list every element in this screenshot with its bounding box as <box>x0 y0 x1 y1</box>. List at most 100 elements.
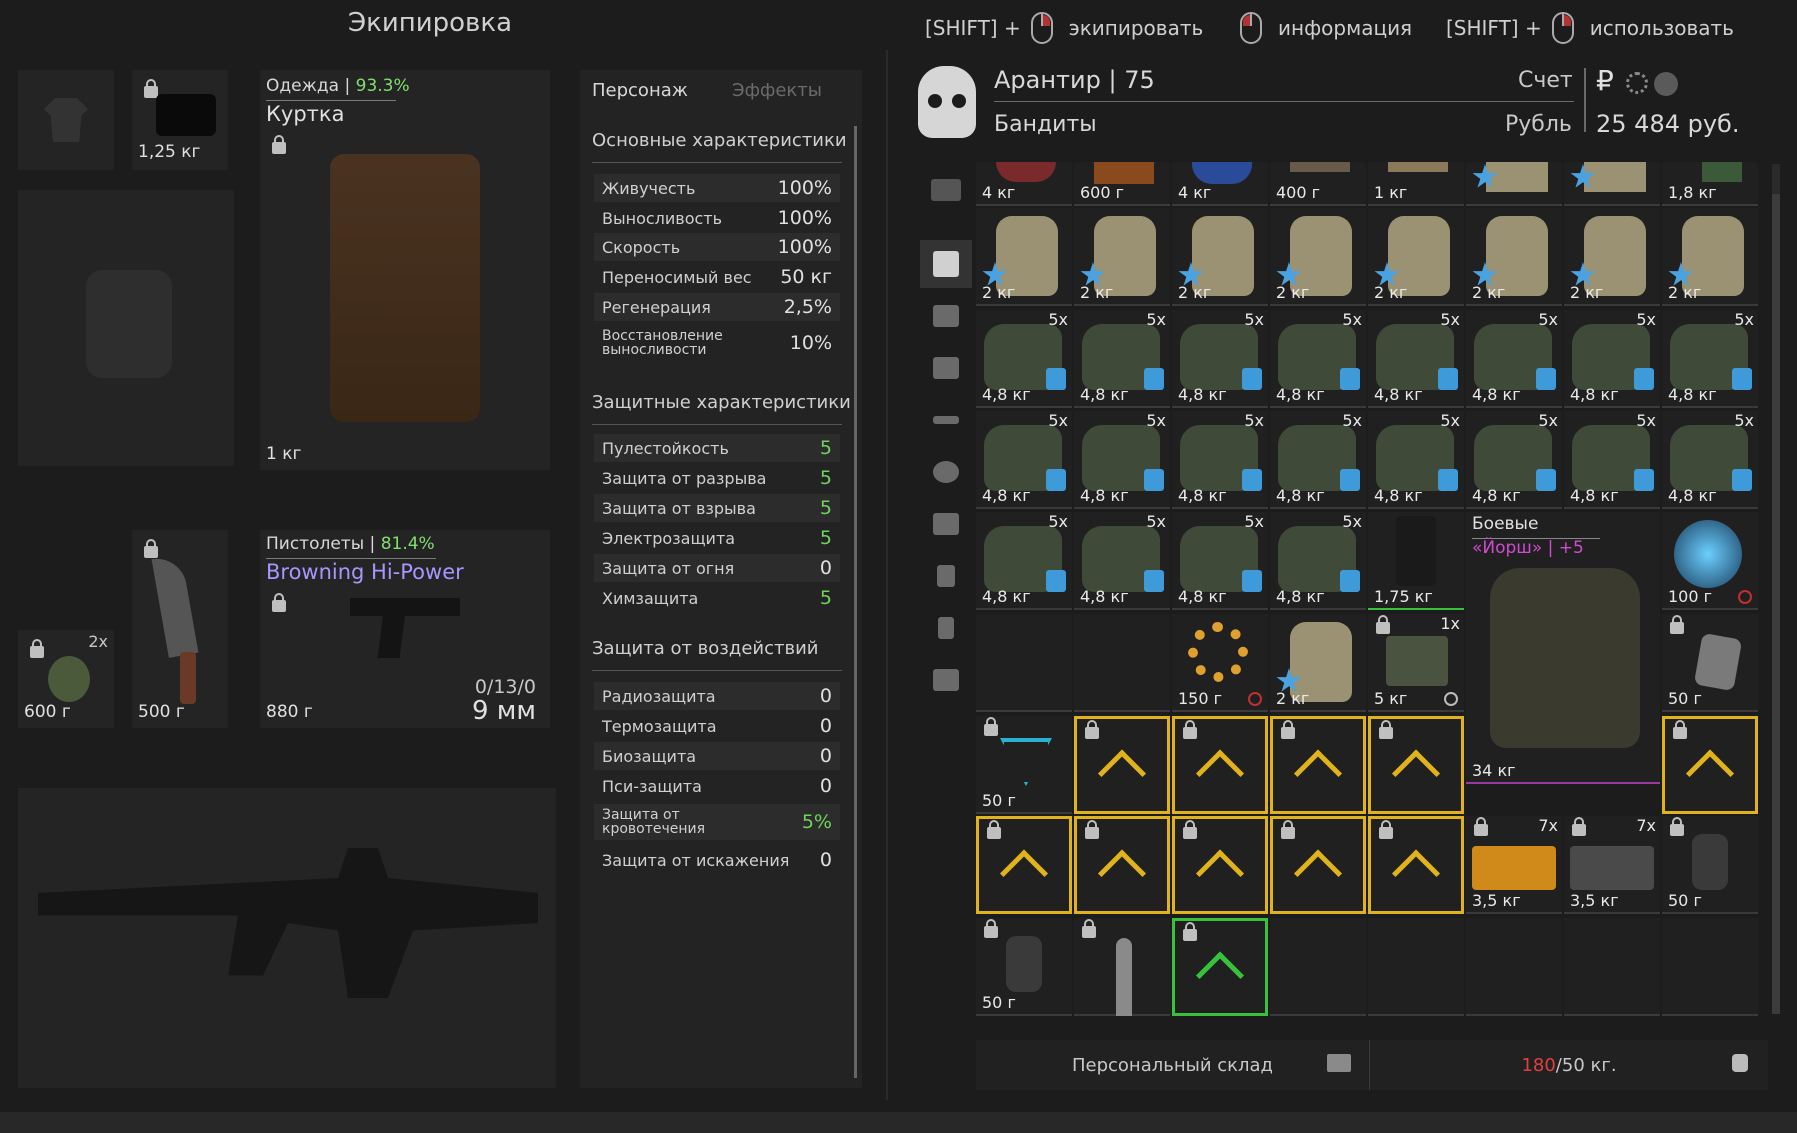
bag-item[interactable]: 5x 4,8 кг <box>1368 310 1464 408</box>
lock-icon <box>1379 720 1393 739</box>
empty-cell[interactable] <box>976 614 1072 712</box>
food-filter-icon[interactable] <box>920 604 972 652</box>
empty-cell[interactable] <box>1662 918 1758 1016</box>
locked-slot[interactable] <box>1172 716 1268 814</box>
bag-item[interactable]: 5x 4,8 кг <box>1466 411 1562 509</box>
plate-item[interactable]: 2 кг <box>1270 614 1366 712</box>
ammo-box-item[interactable]: 1x 5 кг <box>1368 614 1464 712</box>
backpack-filter-icon[interactable] <box>920 344 972 392</box>
coin-icon[interactable] <box>1654 72 1678 96</box>
clothing-slot[interactable]: Одежда | 93.3% Куртка 1 кг <box>260 70 550 470</box>
grid-view-icon[interactable] <box>920 240 972 288</box>
weapon-filter-icon[interactable] <box>920 396 972 444</box>
ring-item[interactable]: 150 г <box>1172 614 1268 712</box>
medkit-filter-icon[interactable] <box>920 500 972 548</box>
locked-slot[interactable] <box>1270 716 1366 814</box>
item-cell[interactable]: 400 г <box>1270 162 1366 206</box>
locked-slot[interactable] <box>976 816 1072 914</box>
locked-slot[interactable] <box>1074 716 1170 814</box>
item-cell[interactable] <box>1466 162 1562 206</box>
bag-item[interactable]: 5x 4,8 кг <box>1368 411 1464 509</box>
armor-suit-item[interactable]: Боевые «Йорш» | +5 34 кг <box>1466 512 1660 784</box>
rifle-slot[interactable] <box>18 788 556 1088</box>
bag-item[interactable]: 5x 4,8 кг <box>1172 411 1268 509</box>
scrollbar-thumb[interactable] <box>1772 194 1780 1014</box>
bag-item[interactable]: 5x 4,8 кг <box>1466 310 1562 408</box>
emblem-item[interactable]: 50 г <box>976 716 1072 814</box>
empty-cell[interactable] <box>1368 918 1464 1016</box>
gear-currency-icon[interactable] <box>1626 72 1648 94</box>
unlockable-slot[interactable] <box>1172 918 1268 1016</box>
locked-slot[interactable] <box>1368 816 1464 914</box>
misc-filter-icon[interactable] <box>920 656 972 704</box>
plate-item[interactable]: 2 кг <box>1564 208 1660 306</box>
bag-item[interactable]: 5x 4,8 кг <box>1074 310 1170 408</box>
personal-storage-button[interactable]: Персональный склад <box>976 1040 1370 1090</box>
tab-character[interactable]: Персонаж <box>592 80 688 101</box>
bag-item[interactable]: 5x 4,8 кг <box>1270 512 1366 610</box>
stat-label: Защита от огня <box>602 558 735 578</box>
pistol-slot[interactable]: Пистолеты | 81.4% Browning Hi-Power 0/13… <box>260 530 550 728</box>
tools-filter-icon[interactable] <box>920 552 972 600</box>
empty-cell[interactable] <box>1270 918 1366 1016</box>
device-slot[interactable]: 1,25 кг <box>132 70 228 170</box>
bag-item[interactable]: 5x 4,8 кг <box>1564 411 1660 509</box>
knife-slot[interactable]: 500 г <box>132 530 228 728</box>
armor-filter-icon[interactable] <box>920 292 972 340</box>
sort-icon[interactable] <box>920 166 972 214</box>
item-cell[interactable]: 4 кг <box>1172 162 1268 206</box>
locked-slot[interactable] <box>1172 816 1268 914</box>
locked-slot[interactable] <box>1662 716 1758 814</box>
item-weight: 50 г <box>982 791 1016 810</box>
figure-item[interactable]: 50 г <box>1662 816 1758 914</box>
item-cell[interactable]: 1 кг <box>1368 162 1464 206</box>
grenade-slot[interactable]: 2x 600 г <box>18 630 114 728</box>
bag-item[interactable]: 5x 4,8 кг <box>976 310 1072 408</box>
ruble-icon[interactable]: ₽ <box>1596 64 1614 97</box>
empty-cell[interactable] <box>1074 614 1170 712</box>
mouse-right-icon <box>1551 12 1574 44</box>
tab-effects[interactable]: Эффекты <box>732 80 822 101</box>
bag-item[interactable]: 5x 4,8 кг <box>1074 512 1170 610</box>
bag-item[interactable]: 5x 4,8 кг <box>1564 310 1660 408</box>
figure-item[interactable]: 50 г <box>976 918 1072 1016</box>
vest-badge-icon <box>1634 368 1654 390</box>
shirt-slot[interactable] <box>18 70 114 170</box>
inventory-scrollbar[interactable] <box>1772 164 1780 1014</box>
artifact-item[interactable]: 100 г <box>1662 512 1758 610</box>
case-item[interactable]: 7x 3,5 кг <box>1466 816 1562 914</box>
item-cell[interactable]: 1,8 кг <box>1662 162 1758 206</box>
locked-slot[interactable] <box>1074 816 1170 914</box>
plate-item[interactable]: 2 кг <box>1270 208 1366 306</box>
grenade-weight: 600 г <box>24 702 71 722</box>
plate-item[interactable]: 2 кг <box>976 208 1072 306</box>
locked-slot[interactable] <box>1368 716 1464 814</box>
plate-item[interactable]: 2 кг <box>1466 208 1562 306</box>
bag-item[interactable]: 5x 4,8 кг <box>1270 310 1366 408</box>
bag-item[interactable]: 5x 4,8 кг <box>976 411 1072 509</box>
locked-slot[interactable] <box>1270 816 1366 914</box>
empty-cell[interactable] <box>1466 918 1562 1016</box>
plate-item[interactable]: 2 кг <box>1074 208 1170 306</box>
cylinder-item[interactable]: 1,75 кг <box>1368 512 1464 610</box>
bag-item[interactable]: 5x 4,8 кг <box>1270 411 1366 509</box>
bag-item[interactable]: 5x 4,8 кг <box>976 512 1072 610</box>
plate-item[interactable]: 2 кг <box>1172 208 1268 306</box>
bag-item[interactable]: 5x 4,8 кг <box>1172 310 1268 408</box>
bag-item[interactable]: 5x 4,8 кг <box>1172 512 1268 610</box>
item-cell[interactable] <box>1564 162 1660 206</box>
item-cell[interactable]: 600 г <box>1074 162 1170 206</box>
item-cell[interactable]: 4 кг <box>976 162 1072 206</box>
bag-item[interactable]: 5x 4,8 кг <box>1074 411 1170 509</box>
backpack-slot[interactable] <box>18 190 234 466</box>
bag-item[interactable]: 5x 4,8 кг <box>1662 411 1758 509</box>
stats-scrollbar[interactable] <box>854 126 857 1078</box>
empty-cell[interactable] <box>1564 918 1660 1016</box>
plate-item[interactable]: 2 кг <box>1368 208 1464 306</box>
bag-item[interactable]: 5x 4,8 кг <box>1662 310 1758 408</box>
tag-item[interactable]: 50 г <box>1662 614 1758 712</box>
artifact-filter-icon[interactable] <box>920 448 972 496</box>
case-item[interactable]: 7x 3,5 кг <box>1564 816 1660 914</box>
plate-item[interactable]: 2 кг <box>1662 208 1758 306</box>
blade-item[interactable] <box>1074 918 1170 1016</box>
